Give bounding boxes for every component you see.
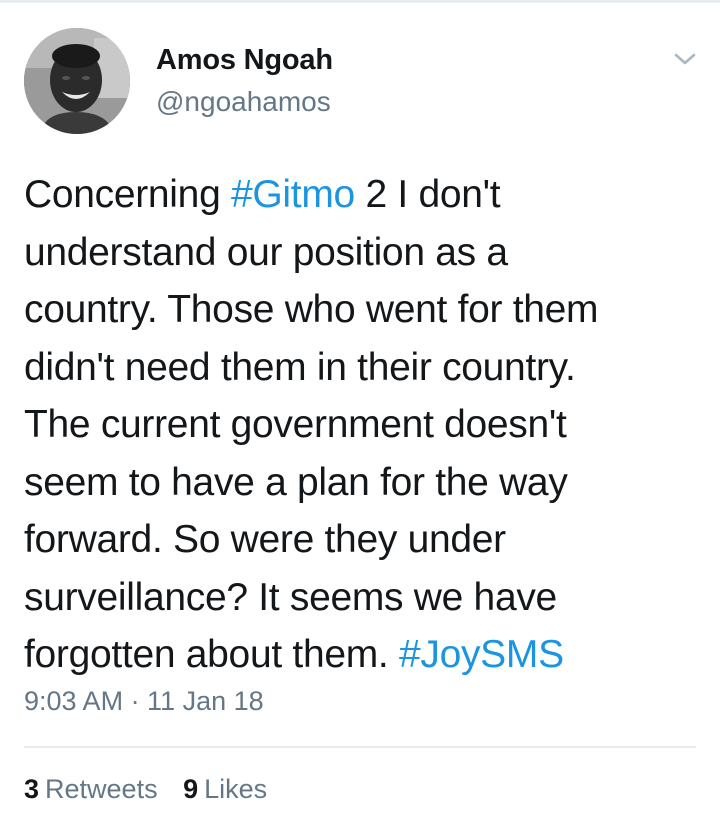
retweets-stat[interactable]: 3 Retweets: [24, 774, 158, 804]
tweet-text-segment: seem to have a plan for the way: [24, 460, 568, 504]
tweet-text-segment: understand our position as a: [24, 230, 508, 274]
tweet-text-line: The current government doesn't: [24, 396, 700, 454]
tweet-text-segment: forgotten about them.: [24, 633, 399, 676]
tweet-text-segment: The current government doesn't: [24, 403, 567, 446]
retweets-count: 3: [24, 774, 40, 804]
hashtag-link[interactable]: #Gitmo: [231, 173, 355, 216]
tweet-text-segment: forward. So were they under: [24, 518, 506, 561]
chevron-down-icon: [674, 53, 696, 65]
author-handle[interactable]: @ngoahamos: [156, 86, 331, 118]
tweet-menu-button[interactable]: [668, 42, 702, 76]
tweet-card: Amos Ngoah @ngoahamos Concerning #Gitmo …: [0, 0, 720, 832]
tweet-timestamp[interactable]: 9:03 AM · 11 Jan 18: [24, 686, 264, 717]
likes-count: 9: [183, 774, 199, 804]
likes-label: Likes: [204, 774, 268, 804]
avatar-photo-icon: [24, 28, 130, 134]
tweet-text-line: surveillance? It seems we have: [24, 569, 700, 627]
tweet-text-line: forward. So were they under: [24, 511, 700, 569]
author-name[interactable]: Amos Ngoah: [156, 44, 333, 77]
tweet-text-segment: surveillance? It seems we have: [24, 575, 557, 619]
tweet-text-line: seem to have a plan for the way: [24, 454, 700, 512]
hashtag-link[interactable]: #JoySMS: [399, 633, 564, 676]
likes-stat[interactable]: 9 Likes: [183, 774, 267, 804]
tweet-text-line: didn't need them in their country.: [24, 339, 700, 397]
divider: [24, 746, 696, 748]
tweet-text-segment: didn't need them in their country.: [24, 345, 576, 389]
tweet-text-segment: 2 I don't: [354, 173, 501, 216]
tweet-text-segment: Concerning: [24, 173, 231, 216]
tweet-stats: 3 Retweets 9 Likes: [24, 774, 285, 805]
tweet-text-line: country. Those who went for them: [24, 281, 700, 339]
retweets-label: Retweets: [45, 774, 158, 804]
tweet-text-line: Concerning #Gitmo 2 I don't: [24, 166, 700, 224]
avatar[interactable]: [24, 28, 130, 134]
tweet-text-line: understand our position as a: [24, 224, 700, 282]
tweet-text-line: forgotten about them. #JoySMS: [24, 626, 700, 684]
tweet-text-segment: country. Those who went for them: [24, 288, 599, 331]
tweet-text: Concerning #Gitmo 2 I don't understand ou…: [24, 166, 700, 684]
